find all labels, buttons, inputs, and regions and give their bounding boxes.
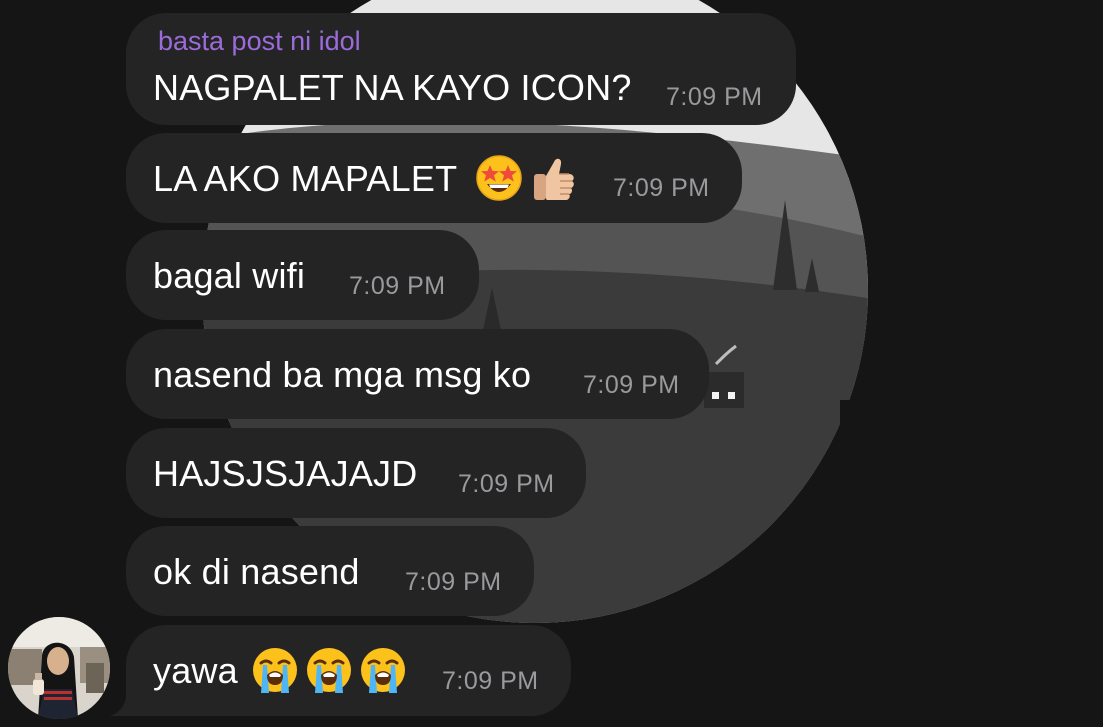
message-time: 7:09 PM [613, 174, 710, 202]
message-time: 7:09 PM [666, 83, 763, 111]
star-struck-emoji [476, 155, 522, 201]
thumbs-up-emoji [534, 158, 574, 200]
message-bubble[interactable]: bagal wifi 7:09 PM [126, 230, 479, 320]
message-bubble[interactable]: yawa 7:09 PM [126, 625, 571, 716]
sender-name[interactable]: basta post ni idol [158, 26, 361, 57]
message-bubble[interactable]: HAJSJSJAJAJD 7:09 PM [126, 428, 586, 518]
message-text: LA AKO MAPALET [153, 158, 458, 199]
message-time: 7:09 PM [442, 667, 539, 695]
message-text: yawa [153, 650, 238, 691]
message-time: 7:09 PM [405, 568, 502, 596]
message-text: bagal wifi [153, 255, 306, 296]
message-bubble[interactable]: LA AKO MAPALET 7:09 PM [126, 133, 742, 223]
sender-avatar[interactable] [8, 617, 110, 719]
avatar-photo [8, 617, 110, 719]
message-bubble[interactable]: nasend ba mga msg ko 7:09 PM [126, 329, 709, 419]
message-text: nasend ba mga msg ko [153, 354, 532, 395]
loudly-crying-emoji [253, 648, 297, 693]
message-text: NAGPALET NA KAYO ICON? [153, 67, 632, 108]
message-text: ok di nasend [153, 551, 360, 592]
message-time: 7:09 PM [458, 470, 555, 498]
message-time: 7:09 PM [349, 272, 446, 300]
loudly-crying-emoji [361, 648, 405, 693]
message-text: HAJSJSJAJAJD [153, 453, 418, 494]
message-time: 7:09 PM [583, 371, 680, 399]
message-bubble[interactable]: ok di nasend 7:09 PM [126, 526, 534, 616]
message-bubble[interactable]: basta post ni idol NAGPALET NA KAYO ICON… [126, 13, 796, 125]
loudly-crying-emoji [307, 648, 351, 693]
